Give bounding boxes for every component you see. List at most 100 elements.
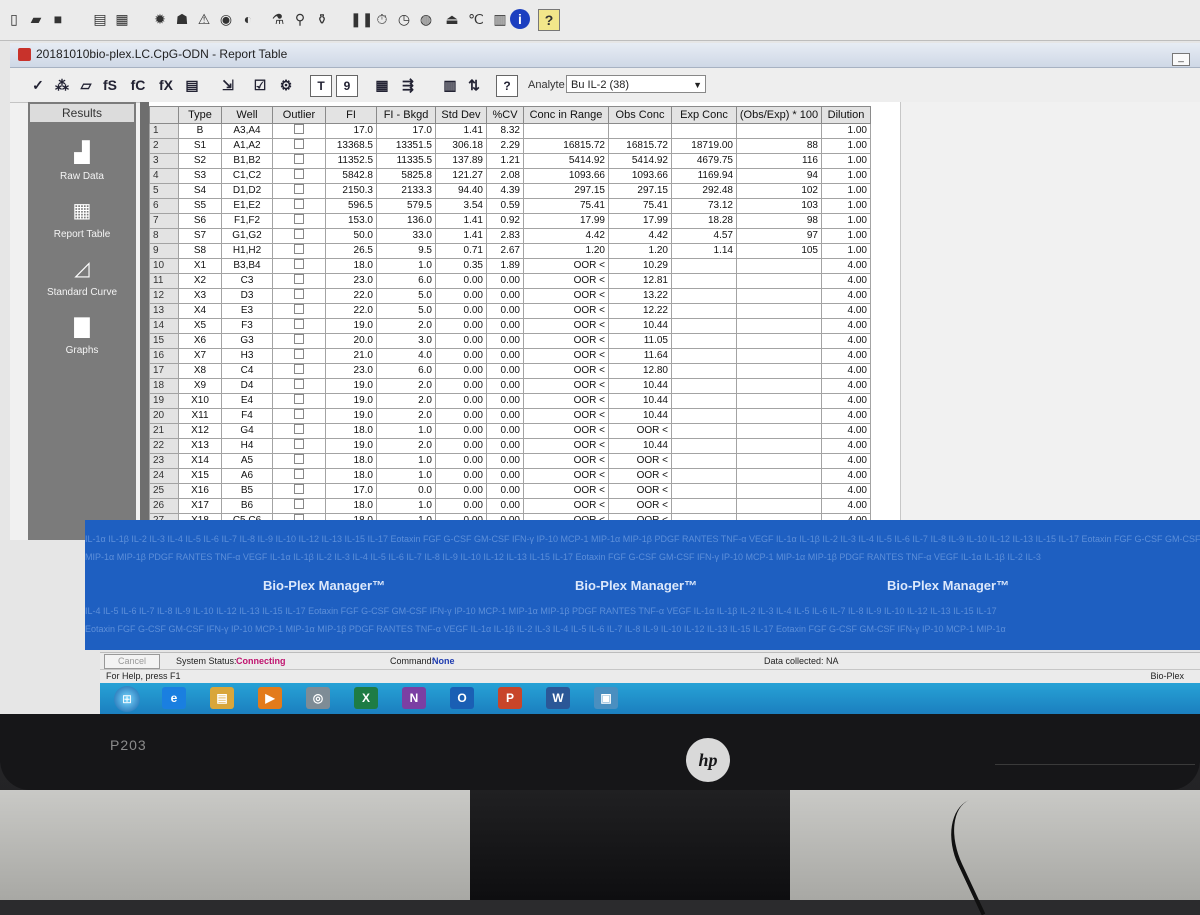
columns-icon[interactable]: ⇶ (398, 75, 418, 95)
table-t-icon[interactable]: T (310, 75, 332, 97)
print-preview-icon[interactable]: ▦ (112, 9, 132, 29)
table-row[interactable]: 5 S4 D1,D2 2150.3 2133.3 94.40 4.39 297.15 297.1… (149, 183, 871, 199)
outlier-checkbox[interactable] (272, 123, 326, 139)
outlier-checkbox[interactable] (272, 273, 326, 289)
eraser-icon[interactable]: ▱ (76, 75, 96, 95)
outlier-checkbox[interactable] (272, 258, 326, 274)
calculator-icon[interactable]: ▥ (440, 75, 460, 95)
validate-icon[interactable]: ◐ (238, 9, 258, 29)
table-row[interactable]: 3 S2 B1,B2 11352.5 11335.5 137.89 1.21 5414.92 5… (149, 153, 871, 169)
start-button[interactable]: ⊞ (114, 686, 140, 712)
new-file-icon[interactable]: ▯ (4, 9, 24, 29)
settings-icon[interactable]: ✹ (150, 9, 170, 29)
taskbar-app-icon[interactable]: X (354, 687, 378, 709)
wash-icon[interactable]: ⚱ (312, 9, 332, 29)
system-icon[interactable]: ▥ (490, 9, 510, 29)
outlier-checkbox[interactable] (272, 348, 326, 364)
table-row[interactable]: 20 X11 F4 19.0 2.0 0.00 0.00 OOR <10.44 4.00 (149, 408, 871, 424)
outlier-checkbox[interactable] (272, 303, 326, 319)
table-row[interactable]: 7 S6 F1,F2 153.0 136.0 1.41 0.92 17.99 17.99 18.2… (149, 213, 871, 229)
table-row[interactable]: 19 X10 E4 19.0 2.0 0.00 0.00 OOR <10.44 4.00 (149, 393, 871, 409)
outlier-checkbox[interactable] (272, 378, 326, 394)
table-row[interactable]: 2 S1 A1,A2 13368.5 13351.5 306.18 2.29 16815.72… (149, 138, 871, 154)
checkbox-icon[interactable]: ☑ (250, 75, 270, 95)
outlier-checkbox[interactable] (272, 483, 326, 499)
column-header-conc-in-range[interactable]: Conc in Range (523, 106, 609, 124)
table-row[interactable]: 4 S3 C1,C2 5842.8 5825.8 121.27 2.08 1093.66 109… (149, 168, 871, 184)
table-row[interactable]: 15 X6 G3 20.0 3.0 0.00 0.00 OOR <11.05 4.00 (149, 333, 871, 349)
column-header-exp-conc[interactable]: Exp Conc (671, 106, 737, 124)
taskbar-app-icon[interactable]: ◎ (306, 687, 330, 709)
table-row[interactable]: 16 X7 H3 21.0 4.0 0.00 0.00 OOR <11.64 4.00 (149, 348, 871, 364)
sidebar-item-standard-curve[interactable]: ◿ Standard Curve (28, 256, 136, 316)
calibrate-icon[interactable]: ◉ (216, 9, 236, 29)
taskbar-app-icon[interactable]: P (498, 687, 522, 709)
outlier-checkbox[interactable] (272, 498, 326, 514)
stopwatch-icon[interactable]: ◷ (394, 9, 414, 29)
save-icon[interactable]: ■ (48, 9, 68, 29)
sidebar-item-raw-data[interactable]: ▟ Raw Data (28, 140, 136, 200)
table-row[interactable]: 23 X14 A5 18.0 1.0 0.00 0.00 OOR < OOR <4.00 (149, 453, 871, 469)
outlier-checkbox[interactable] (272, 198, 326, 214)
column-header-std-dev[interactable]: Std Dev (435, 106, 487, 124)
shutdown-icon[interactable]: ◍ (416, 9, 436, 29)
table-row[interactable]: 21 X12 G4 18.0 1.0 0.00 0.00 OOR < OOR <4.00 (149, 423, 871, 439)
document-icon[interactable]: ▤ (182, 75, 202, 95)
table-row[interactable]: 11 X2 C3 23.0 6.0 0.00 0.00 OOR <12.81 4.00 (149, 273, 871, 289)
column-header-obs-conc[interactable]: Obs Conc (608, 106, 672, 124)
warm-up-icon[interactable]: ⚠ (194, 9, 214, 29)
outlier-checkbox[interactable] (272, 393, 326, 409)
minimize-button[interactable]: _ (1172, 53, 1190, 66)
table-row[interactable]: 24 X15 A6 18.0 1.0 0.00 0.00 OOR < OOR <4.00 (149, 468, 871, 484)
outlier-checkbox[interactable] (272, 213, 326, 229)
instrument-icon[interactable]: ☗ (172, 9, 192, 29)
table-row[interactable]: 8 S7 G1,G2 50.0 33.0 1.41 2.83 4.42 4.42 4.57 97 1.… (149, 228, 871, 244)
context-help-icon[interactable]: ? (538, 9, 560, 31)
fc-icon[interactable]: fC (128, 75, 148, 95)
sidebar-item-graphs[interactable]: ▇ Graphs (28, 314, 136, 374)
print-icon[interactable]: ▤ (90, 9, 110, 29)
table-row[interactable]: 9 S8 H1,H2 26.5 9.5 0.71 2.67 1.20 1.20 1.14 105 1.… (149, 243, 871, 259)
export-icon[interactable]: ⇲ (218, 75, 238, 95)
table-row[interactable]: 10 X1 B3,B4 18.0 1.0 0.35 1.89 OOR <10.29 4.00 (149, 258, 871, 274)
table-row[interactable]: 18 X9 D4 19.0 2.0 0.00 0.00 OOR <10.44 4.00 (149, 378, 871, 394)
column-header-fi-bkgd[interactable]: FI - Bkgd (376, 106, 436, 124)
table-row[interactable]: 6 S5 E1,E2 596.5 579.5 3.54 0.59 75.41 75.41 73.1… (149, 198, 871, 214)
outlier-checkbox[interactable] (272, 423, 326, 439)
taskbar-app-icon[interactable]: e (162, 687, 186, 709)
column-header-obs-exp[interactable]: (Obs/Exp) * 100 (736, 106, 822, 124)
table-row[interactable]: 17 X8 C4 23.0 6.0 0.00 0.00 OOR <12.80 4.00 (149, 363, 871, 379)
table-row[interactable]: 26 X17 B6 18.0 1.0 0.00 0.00 OOR < OOR <4.00 (149, 498, 871, 514)
outlier-checkbox[interactable] (272, 438, 326, 454)
info-icon[interactable]: i (510, 9, 530, 29)
outlier-checkbox[interactable] (272, 363, 326, 379)
open-folder-icon[interactable]: ▰ (26, 9, 46, 29)
outlier-checkbox[interactable] (272, 168, 326, 184)
taskbar-app-icon[interactable]: ▶ (258, 687, 282, 709)
sidebar-item-report-table[interactable]: ▦ Report Table (28, 198, 136, 258)
taskbar-app-icon[interactable]: ▣ (594, 687, 618, 709)
outlier-checkbox[interactable] (272, 468, 326, 484)
column-header-cv[interactable]: %CV (486, 106, 524, 124)
column-header-outlier[interactable]: Outlier (272, 106, 326, 124)
gear-icon[interactable]: ⚙ (276, 75, 296, 95)
fx-icon[interactable]: fX (156, 75, 176, 95)
sanitize-icon[interactable]: ⚲ (290, 9, 310, 29)
outlier-checkbox[interactable] (272, 183, 326, 199)
help-question-icon[interactable]: ? (496, 75, 518, 97)
temperature-icon[interactable]: ℃ (466, 9, 486, 29)
outlier-checkbox[interactable] (272, 243, 326, 259)
report-table-grid[interactable]: Type Well Outlier FI FI - Bkgd Std Dev %… (140, 102, 900, 540)
sort-icon[interactable]: ⇅ (464, 75, 484, 95)
outlier-checkbox[interactable] (272, 408, 326, 424)
taskbar-app-icon[interactable]: O (450, 687, 474, 709)
outlier-checkbox[interactable] (272, 318, 326, 334)
taskbar-app-icon[interactable]: N (402, 687, 426, 709)
outlier-checkbox[interactable] (272, 138, 326, 154)
outlier-checkbox[interactable] (272, 333, 326, 349)
analyte-select[interactable]: Bu IL-2 (38) ▼ (566, 75, 706, 93)
check-icon[interactable]: ✓ (28, 75, 48, 95)
column-header-fi[interactable]: FI (325, 106, 377, 124)
outlier-checkbox[interactable] (272, 228, 326, 244)
table-row[interactable]: 25 X16 B5 17.0 0.0 0.00 0.00 OOR < OOR <4.00 (149, 483, 871, 499)
